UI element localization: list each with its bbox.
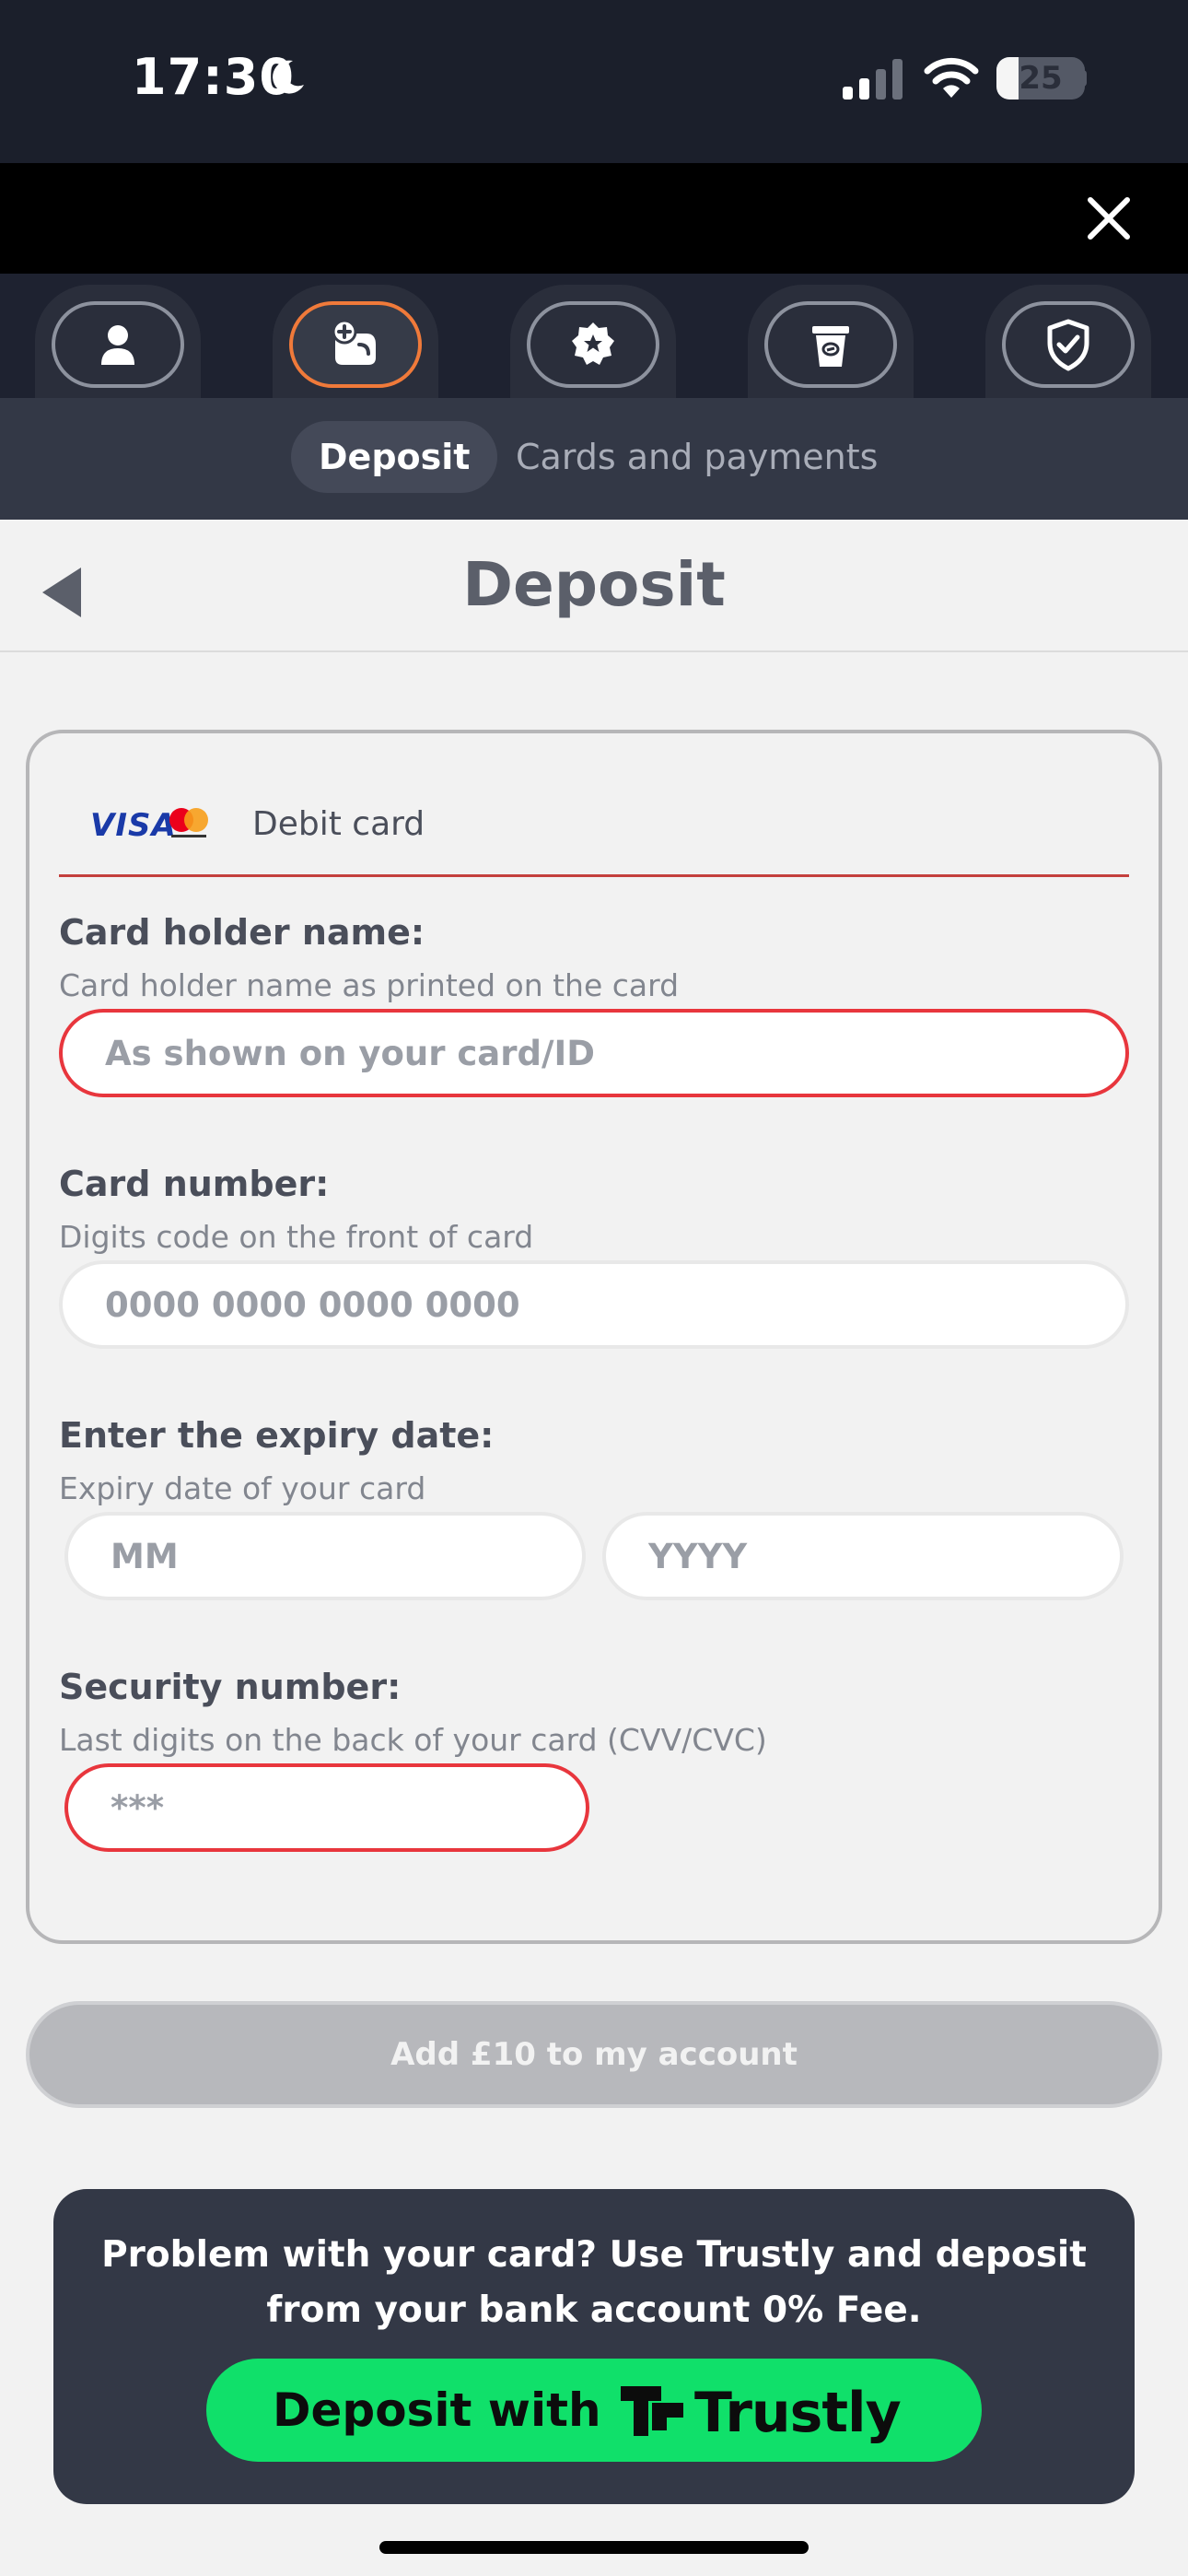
nav-tab-cashier	[748, 285, 914, 398]
security-number-label: Security number:	[59, 1667, 402, 1707]
card-number-label: Card number:	[59, 1164, 330, 1204]
card-holder-input[interactable]	[59, 1009, 1129, 1097]
moon-icon	[273, 60, 304, 94]
security-number-input[interactable]	[64, 1763, 589, 1852]
card-type-label: Debit card	[252, 805, 425, 843]
page-title: Deposit	[462, 549, 726, 620]
icon-nav	[0, 274, 1188, 398]
close-bar	[0, 163, 1188, 274]
trustly-logo-icon	[621, 2386, 683, 2436]
mastercard-logo-icon	[169, 808, 208, 837]
nav-deposit-button[interactable]	[289, 301, 422, 388]
nav-account-button[interactable]	[52, 301, 184, 388]
trustly-promo-text: Problem with your card? Use Trustly and …	[101, 2234, 1087, 2331]
trustly-brand-name: Trustly	[694, 2381, 902, 2445]
security-number-hint: Last digits on the back of your card (CV…	[59, 1722, 767, 1758]
expiry-year-input[interactable]	[602, 1512, 1124, 1600]
nav-tab-deposit	[273, 285, 438, 398]
card-holder-label: Card holder name:	[59, 912, 425, 953]
add-funds-wallet-icon	[332, 319, 376, 365]
sub-tabs: Deposit Cards and payments	[0, 398, 1188, 520]
cup-icon	[812, 326, 849, 367]
user-icon	[101, 325, 134, 365]
nav-tab-account	[35, 285, 201, 398]
card-type-row: VISA Debit card	[59, 794, 1129, 877]
nav-tab-rewards	[510, 285, 676, 398]
nav-rewards-button[interactable]	[527, 301, 659, 388]
trustly-button-label: Deposit with	[273, 2383, 601, 2437]
deposit-with-trustly-button[interactable]: Deposit with Trustly	[206, 2359, 982, 2462]
expiry-hint: Expiry date of your card	[59, 1470, 426, 1506]
nav-tab-security	[985, 285, 1151, 398]
tab-deposit[interactable]: Deposit	[291, 421, 498, 493]
signal-icon	[843, 59, 903, 100]
nav-cashier-button[interactable]	[764, 301, 897, 388]
rewards-badge-icon	[572, 322, 614, 365]
card-number-input[interactable]	[59, 1260, 1129, 1349]
expiry-label: Enter the expiry date:	[59, 1415, 495, 1456]
card-number-hint: Digits code on the front of card	[59, 1219, 534, 1255]
wifi-icon	[924, 57, 979, 98]
tab-cards-and-payments[interactable]: Cards and payments	[488, 421, 905, 493]
battery-indicator: 25	[996, 57, 1085, 100]
home-indicator	[379, 2541, 809, 2554]
expiry-month-input[interactable]	[64, 1512, 586, 1600]
status-bar: 17:30 25	[0, 0, 1188, 163]
shield-check-icon	[1047, 319, 1089, 371]
battery-percent: 25	[1019, 60, 1063, 97]
nav-security-button[interactable]	[1002, 301, 1135, 388]
card-holder-hint: Card holder name as printed on the card	[59, 967, 680, 1003]
battery-tip	[1079, 70, 1087, 87]
close-icon[interactable]	[1083, 193, 1135, 244]
add-funds-button[interactable]: Add £10 to my account	[26, 2001, 1162, 2108]
